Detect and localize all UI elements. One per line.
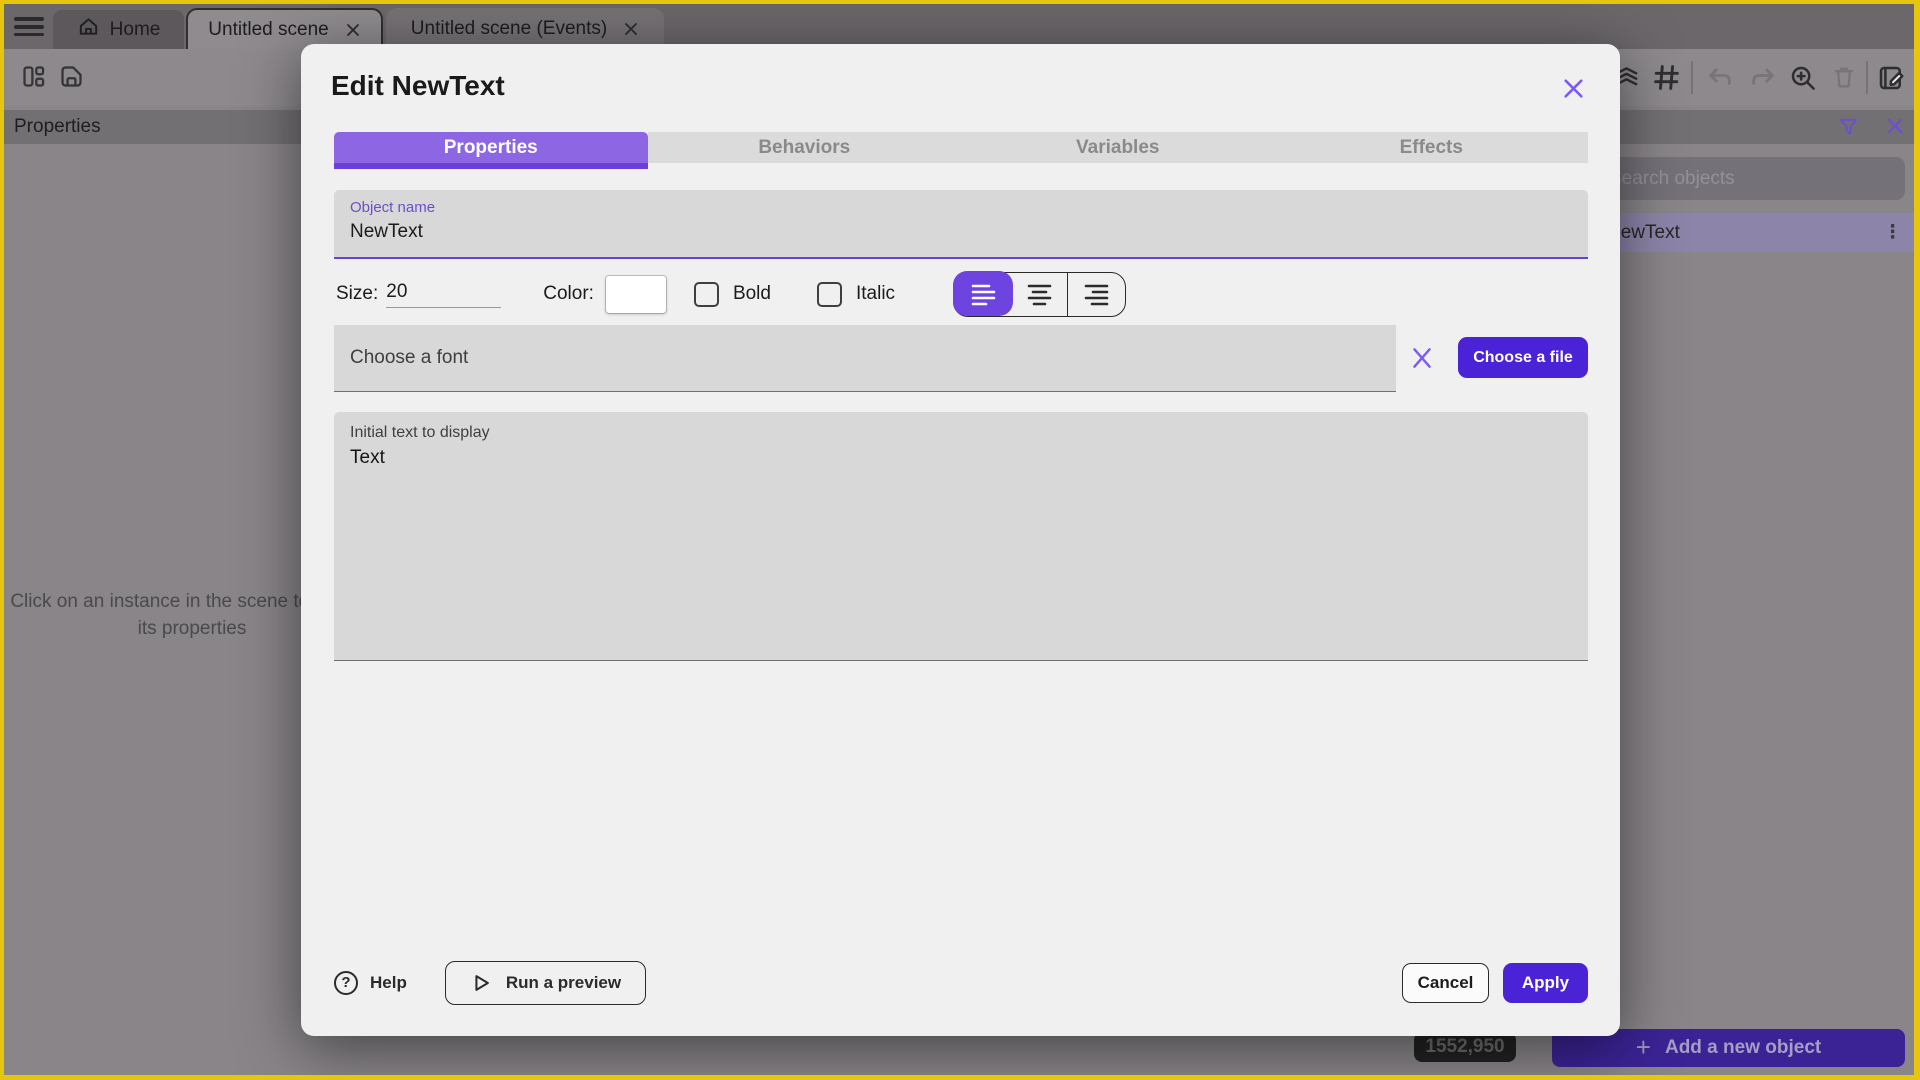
object-name-input[interactable] xyxy=(350,221,1572,243)
bold-checkbox[interactable] xyxy=(693,281,719,307)
align-right-button[interactable] xyxy=(1068,273,1125,316)
tab-home[interactable]: Home xyxy=(53,10,184,49)
clear-font-icon[interactable] xyxy=(1409,345,1435,376)
toolbar-divider xyxy=(1691,61,1693,94)
tab-home-label: Home xyxy=(109,18,161,40)
layout-panels-icon[interactable] xyxy=(20,63,47,95)
object-list-item[interactable]: NewText ⋮ xyxy=(1590,213,1914,252)
font-row: Choose a font Choose a file xyxy=(301,325,1620,392)
run-preview-label: Run a preview xyxy=(505,972,622,992)
properties-panel-title: Properties xyxy=(14,116,101,137)
search-objects-input[interactable]: Search objects xyxy=(1597,157,1905,200)
kebab-menu-icon[interactable]: ⋮ xyxy=(1883,223,1902,242)
choose-font-field[interactable]: Choose a font xyxy=(334,325,1396,392)
tab-untitled-scene[interactable]: Untitled scene xyxy=(186,8,383,49)
color-swatch[interactable] xyxy=(605,275,666,313)
dialog-tabs: Properties Behaviors Variables Effects xyxy=(334,132,1588,169)
choose-file-button[interactable]: Choose a file xyxy=(1458,337,1588,378)
size-label: Size: xyxy=(336,283,379,304)
cursor-coordinates: 1552,950 xyxy=(1414,1032,1516,1062)
cancel-button[interactable]: Cancel xyxy=(1402,962,1489,1003)
zoom-in-icon[interactable] xyxy=(1788,63,1818,98)
dialog-footer: ? Help Run a preview Cancel Apply xyxy=(334,960,1588,1005)
close-tab-icon[interactable] xyxy=(345,22,361,38)
hamburger-menu-icon[interactable] xyxy=(14,13,44,37)
play-icon xyxy=(475,974,489,991)
grid-icon[interactable] xyxy=(1652,63,1681,97)
app-window: Home Untitled scene Untitled scene (Even… xyxy=(0,0,1920,1080)
initial-text-field[interactable]: Initial text to display Text xyxy=(334,412,1588,661)
close-tab-icon[interactable] xyxy=(623,21,639,37)
redo-icon[interactable] xyxy=(1748,63,1778,98)
tab-variables[interactable]: Variables xyxy=(961,132,1275,163)
tab-effects[interactable]: Effects xyxy=(1274,132,1588,163)
scene-edit-icon[interactable] xyxy=(1876,63,1906,98)
add-object-label: Add a new object xyxy=(1664,1037,1822,1058)
object-name-field[interactable]: Object name xyxy=(334,190,1588,259)
italic-checkbox[interactable] xyxy=(816,281,842,307)
toolbar-divider xyxy=(1866,61,1868,94)
italic-label: Italic xyxy=(855,283,896,304)
trash-icon[interactable] xyxy=(1830,63,1858,96)
color-label: Color: xyxy=(543,283,594,304)
tab-scene-label: Untitled scene xyxy=(208,18,329,40)
undo-icon[interactable] xyxy=(1705,63,1735,98)
save-icon[interactable] xyxy=(58,63,85,95)
tab-behaviors[interactable]: Behaviors xyxy=(647,132,961,163)
help-label: Help xyxy=(370,972,407,992)
tab-events-label: Untitled scene (Events) xyxy=(410,17,608,39)
filter-icon[interactable] xyxy=(1837,115,1860,143)
object-name-field-label: Object name xyxy=(350,199,436,216)
align-center-button[interactable] xyxy=(1011,272,1069,316)
initial-text-value: Text xyxy=(350,447,385,468)
top-tab-bar: Home Untitled scene Untitled scene (Even… xyxy=(0,0,1920,49)
tab-properties[interactable]: Properties xyxy=(334,132,648,169)
plus-icon: + xyxy=(1635,1032,1651,1062)
close-panel-icon[interactable] xyxy=(1884,115,1906,143)
apply-button[interactable]: Apply xyxy=(1503,962,1588,1003)
align-left-button-selected[interactable] xyxy=(952,271,1013,316)
initial-text-label: Initial text to display xyxy=(350,424,490,441)
edit-object-dialog: Edit NewText Properties Behaviors Variab… xyxy=(301,44,1620,1036)
text-alignment-group xyxy=(952,271,1127,317)
run-preview-button[interactable]: Run a preview xyxy=(444,960,647,1005)
tab-untitled-scene-events[interactable]: Untitled scene (Events) xyxy=(386,8,664,49)
home-icon xyxy=(77,15,100,44)
help-icon: ? xyxy=(334,970,358,995)
text-style-row: Size: Color: Bold Italic xyxy=(336,270,1127,318)
size-input[interactable] xyxy=(386,280,502,308)
bold-label: Bold xyxy=(732,283,771,304)
dialog-title: Edit NewText xyxy=(331,70,505,101)
help-button[interactable]: ? Help xyxy=(334,970,407,995)
close-dialog-icon[interactable] xyxy=(1561,76,1586,106)
